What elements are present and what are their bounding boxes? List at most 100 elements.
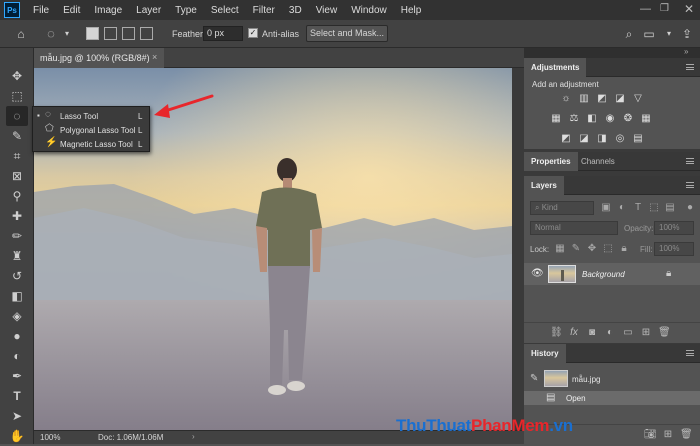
panel-menu-icon[interactable] bbox=[686, 158, 694, 164]
status-menu-icon[interactable]: › bbox=[192, 432, 195, 441]
history-snapshot[interactable]: ✎ mẫu.jpg bbox=[524, 367, 700, 391]
marquee-tool-icon[interactable]: ⬚ bbox=[6, 86, 28, 106]
exposure-icon[interactable]: ◪ bbox=[614, 93, 626, 105]
photo-filter-icon[interactable]: ◉ bbox=[604, 113, 616, 125]
lasso-preset-icon[interactable]: ◌ bbox=[44, 27, 58, 41]
lock-all-icon[interactable]: 🔒︎ bbox=[618, 243, 630, 255]
levels-icon[interactable]: ▥ bbox=[578, 93, 590, 105]
new-layer-icon[interactable]: ⊞ bbox=[640, 327, 652, 339]
filter-smart-object-icon[interactable]: ▤ bbox=[664, 202, 676, 214]
layer-name[interactable]: Background bbox=[582, 270, 625, 279]
subtract-from-selection-icon[interactable] bbox=[122, 27, 135, 40]
new-document-icon[interactable]: ⊞ bbox=[662, 429, 674, 441]
visibility-eye-icon[interactable]: 👁︎ bbox=[531, 268, 544, 279]
workspace-chevron-icon[interactable]: ▾ bbox=[662, 27, 676, 41]
color-lookup-icon[interactable]: ▦ bbox=[640, 113, 652, 125]
gradient-map-icon[interactable]: ▤ bbox=[632, 133, 644, 145]
feather-input[interactable]: 0 px bbox=[203, 26, 243, 41]
menu-help[interactable]: Help bbox=[394, 5, 429, 16]
add-to-selection-icon[interactable] bbox=[104, 27, 117, 40]
flyout-item-lasso[interactable]: ▪ ◌ Lasso Tool L bbox=[33, 109, 149, 123]
document-tab[interactable]: mẫu.jpg @ 100% (RGB/8#) × bbox=[34, 48, 164, 68]
new-selection-icon[interactable] bbox=[86, 27, 99, 40]
history-brush-source-icon[interactable]: ✎ bbox=[530, 373, 538, 384]
select-and-mask-button[interactable]: Select and Mask... bbox=[306, 25, 388, 42]
pen-tool-icon[interactable]: ✒ bbox=[6, 366, 28, 386]
tab-adjustments[interactable]: Adjustments bbox=[524, 58, 587, 77]
history-step-open[interactable]: ▤ Open bbox=[524, 391, 700, 405]
antialias-checkbox[interactable]: ✓ bbox=[248, 28, 258, 38]
dodge-tool-icon[interactable]: ◐ bbox=[6, 346, 28, 366]
menu-edit[interactable]: Edit bbox=[56, 5, 87, 16]
lock-artboard-icon[interactable]: ⬚ bbox=[602, 243, 614, 255]
channel-mixer-icon[interactable]: ❂ bbox=[622, 113, 634, 125]
new-group-icon[interactable]: ▭ bbox=[622, 327, 634, 339]
selective-color-icon[interactable]: ◎ bbox=[614, 133, 626, 145]
lock-position-icon[interactable]: ✥ bbox=[586, 243, 598, 255]
minimize-icon[interactable]: — bbox=[640, 3, 651, 15]
paint-bucket-tool-icon[interactable]: ◈ bbox=[6, 306, 28, 326]
search-icon[interactable]: ⌕ bbox=[622, 27, 636, 41]
link-layers-icon[interactable]: ⛓ bbox=[550, 327, 563, 339]
history-brush-tool-icon[interactable]: ↺ bbox=[6, 266, 28, 286]
blend-mode-select[interactable]: Normal bbox=[530, 221, 618, 235]
filter-type-icon[interactable]: T bbox=[632, 202, 644, 214]
brightness-contrast-icon[interactable]: ☼ bbox=[560, 93, 572, 105]
hand-tool-icon[interactable]: ✋ bbox=[6, 426, 28, 446]
menu-image[interactable]: Image bbox=[87, 5, 129, 16]
filter-adjustment-icon[interactable]: ◐ bbox=[616, 202, 628, 214]
delete-state-icon[interactable]: 🗑︎ bbox=[680, 429, 693, 441]
quick-selection-tool-icon[interactable]: ✎ bbox=[6, 126, 28, 146]
eyedropper-tool-icon[interactable]: ⚲ bbox=[6, 186, 28, 206]
brush-tool-icon[interactable]: ✏ bbox=[6, 226, 28, 246]
panel-menu-icon[interactable] bbox=[686, 350, 694, 356]
intersect-selection-icon[interactable] bbox=[140, 27, 153, 40]
fill-input[interactable]: 100% bbox=[654, 242, 694, 256]
vibrance-icon[interactable]: ▽ bbox=[632, 93, 644, 105]
close-window-icon[interactable]: ✕ bbox=[684, 2, 694, 16]
layer-style-icon[interactable]: fx bbox=[568, 327, 580, 339]
clone-stamp-tool-icon[interactable]: ♜ bbox=[6, 246, 28, 266]
black-white-icon[interactable]: ◧ bbox=[586, 113, 598, 125]
curves-icon[interactable]: ◩ bbox=[596, 93, 608, 105]
delete-layer-icon[interactable]: 🗑︎ bbox=[658, 327, 671, 339]
tab-layers[interactable]: Layers bbox=[524, 176, 564, 195]
new-snapshot-icon[interactable]: 📷︎ bbox=[644, 429, 657, 441]
opacity-input[interactable]: 100% bbox=[654, 221, 694, 235]
vertical-scrollbar[interactable] bbox=[512, 68, 524, 430]
healing-brush-tool-icon[interactable]: ✚ bbox=[6, 206, 28, 226]
menu-3d[interactable]: 3D bbox=[282, 5, 309, 16]
filter-pixel-icon[interactable]: ▣ bbox=[600, 202, 612, 214]
menu-filter[interactable]: Filter bbox=[246, 5, 282, 16]
tab-properties[interactable]: Properties bbox=[524, 152, 578, 171]
filter-toggle-icon[interactable]: ● bbox=[684, 202, 696, 214]
move-tool-icon[interactable]: ✥ bbox=[6, 66, 28, 86]
collapse-panels-icon[interactable]: » bbox=[684, 47, 688, 56]
frame-tool-icon[interactable]: ⊠ bbox=[6, 166, 28, 186]
close-document-icon[interactable]: × bbox=[152, 52, 157, 62]
zoom-level[interactable]: 100% bbox=[40, 433, 60, 442]
color-balance-icon[interactable]: ⚖ bbox=[568, 113, 580, 125]
lock-transparency-icon[interactable]: ▦ bbox=[554, 243, 566, 255]
eraser-tool-icon[interactable]: ◧ bbox=[6, 286, 28, 306]
menu-file[interactable]: File bbox=[26, 5, 56, 16]
restore-icon[interactable]: ❐ bbox=[660, 3, 669, 14]
layer-filter-select[interactable]: ⌕ Kind bbox=[530, 201, 594, 215]
invert-icon[interactable]: ◩ bbox=[560, 133, 572, 145]
layer-row-background[interactable]: 👁︎ Background 🔒︎ bbox=[524, 263, 700, 285]
panel-menu-icon[interactable] bbox=[686, 182, 694, 188]
type-tool-icon[interactable]: T bbox=[6, 386, 28, 406]
path-selection-tool-icon[interactable]: ➤ bbox=[6, 406, 28, 426]
menu-view[interactable]: View bbox=[309, 5, 345, 16]
lock-pixels-icon[interactable]: ✎ bbox=[570, 243, 582, 255]
panel-menu-icon[interactable] bbox=[686, 64, 694, 70]
chevron-down-icon[interactable]: ▾ bbox=[60, 27, 74, 41]
hue-saturation-icon[interactable]: ▦ bbox=[550, 113, 562, 125]
menu-type[interactable]: Type bbox=[168, 5, 204, 16]
posterize-icon[interactable]: ◪ bbox=[578, 133, 590, 145]
filter-shape-icon[interactable]: ⬚ bbox=[648, 202, 660, 214]
threshold-icon[interactable]: ◨ bbox=[596, 133, 608, 145]
menu-layer[interactable]: Layer bbox=[129, 5, 168, 16]
crop-tool-icon[interactable]: ⌗ bbox=[6, 146, 28, 166]
menu-select[interactable]: Select bbox=[204, 5, 246, 16]
